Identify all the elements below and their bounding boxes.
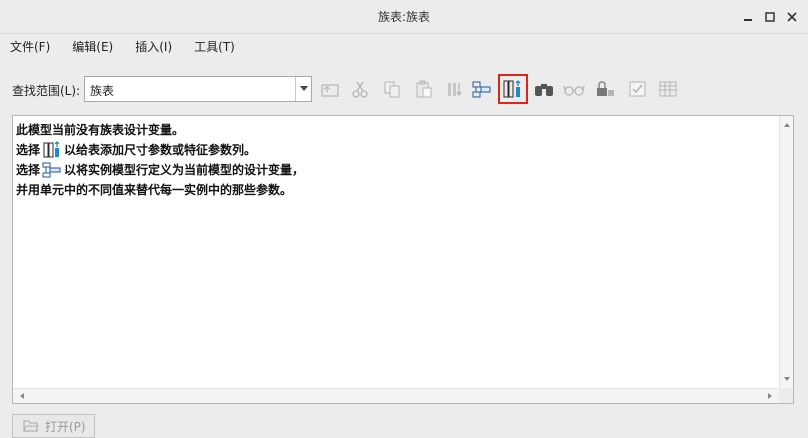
scroll-left-icon[interactable] — [15, 389, 29, 403]
info-line-prefix: 选择 — [16, 143, 41, 157]
menu-insert[interactable]: 插入(I) — [135, 38, 172, 55]
copy-icon[interactable] — [380, 77, 404, 101]
scroll-down-icon[interactable] — [780, 372, 794, 386]
verify-icon[interactable] — [626, 77, 650, 101]
cut-icon[interactable] — [348, 77, 372, 101]
toolbar: 查找范围(L): 族表 — [0, 74, 808, 106]
glasses-icon[interactable] — [562, 77, 586, 101]
add-row-icon[interactable] — [470, 77, 494, 101]
open-button[interactable]: 打开(P) — [12, 414, 95, 438]
scrollbar-corner — [779, 388, 793, 403]
menu-bar: 文件(F) 编辑(E) 插入(I) 工具(T) — [0, 34, 808, 58]
paste-icon[interactable] — [412, 77, 436, 101]
info-line-suffix: 以将实例模型行定义为当前模型的设计变量， — [64, 163, 305, 177]
table-icon[interactable] — [656, 77, 680, 101]
menu-file[interactable]: 文件(F) — [10, 38, 50, 55]
add-column-icon[interactable] — [498, 74, 528, 104]
sort-column-icon[interactable] — [442, 77, 466, 101]
info-line: 并用单元中的不同值来替代每一实例中的那些参数。 — [16, 183, 293, 197]
info-line: 选择 以将实例模型行定义为当前模型的设计变量， — [16, 160, 304, 180]
menu-edit[interactable]: 编辑(E) — [72, 38, 113, 55]
close-icon[interactable] — [784, 9, 800, 25]
search-scope-label: 查找范围(L): — [12, 84, 81, 98]
search-scope-combo[interactable]: 族表 — [84, 76, 312, 102]
open-button-label: 打开(P) — [45, 419, 86, 434]
up-level-icon[interactable] — [318, 77, 342, 101]
window-controls — [740, 8, 800, 26]
scroll-up-icon[interactable] — [780, 118, 794, 132]
binoculars-icon[interactable] — [532, 77, 556, 101]
info-panel: 此模型当前没有族表设计变量。 选择 以给表添加尺寸参数或特征参数列。 选择 以将… — [12, 115, 794, 404]
lock-icon[interactable] — [594, 77, 618, 101]
info-line-suffix: 以给表添加尺寸参数或特征参数列。 — [64, 143, 257, 157]
minimize-icon[interactable] — [740, 9, 756, 25]
vertical-scrollbar[interactable] — [779, 116, 793, 388]
info-line: 选择 以给表添加尺寸参数或特征参数列。 — [16, 140, 304, 160]
chevron-down-icon[interactable] — [295, 77, 311, 101]
maximize-icon[interactable] — [762, 9, 778, 25]
info-line-prefix: 选择 — [16, 163, 41, 177]
title-bar: 族表:族表 — [0, 0, 808, 34]
folder-open-icon — [23, 418, 39, 435]
add-row-icon — [42, 160, 62, 180]
horizontal-scrollbar[interactable] — [13, 388, 779, 403]
search-scope-value: 族表 — [90, 84, 115, 98]
scroll-right-icon[interactable] — [763, 389, 777, 403]
window-title: 族表:族表 — [377, 10, 431, 24]
info-line: 此模型当前没有族表设计变量。 — [16, 123, 185, 137]
add-column-icon — [42, 140, 62, 160]
info-text: 此模型当前没有族表设计变量。 选择 以给表添加尺寸参数或特征参数列。 选择 以将… — [16, 120, 304, 200]
menu-tools[interactable]: 工具(T) — [194, 38, 235, 55]
